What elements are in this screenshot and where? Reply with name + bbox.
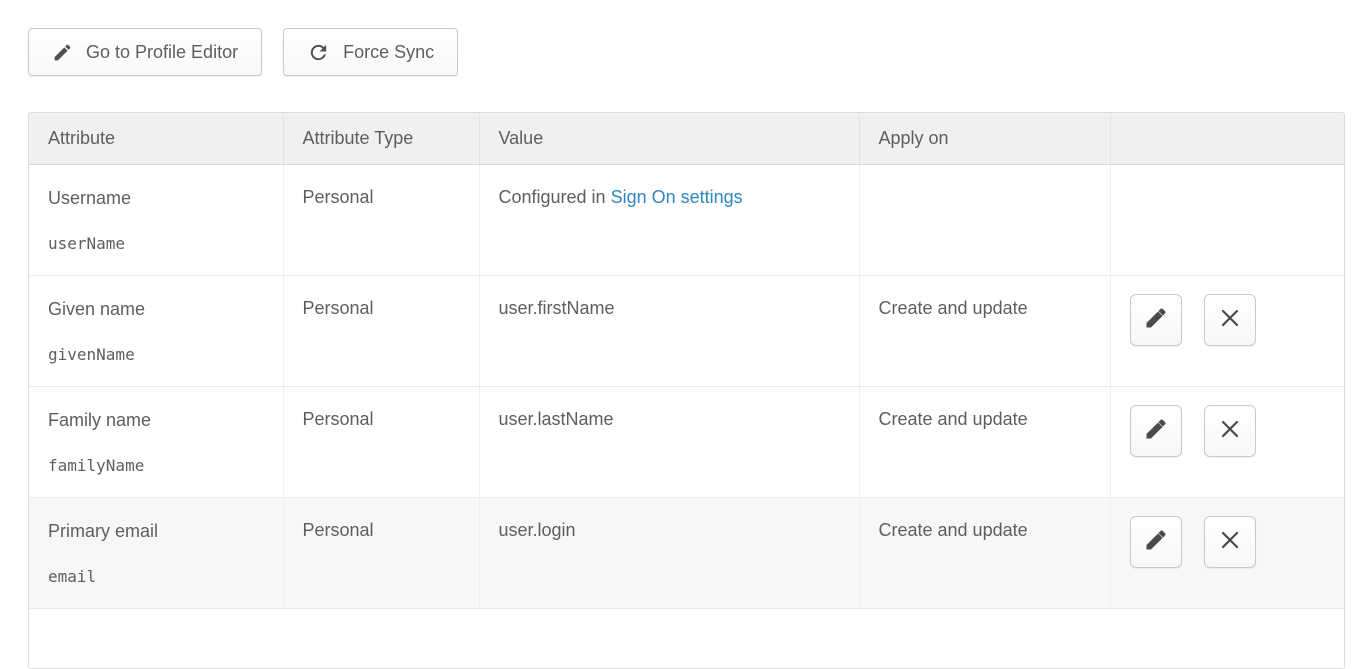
value-text: Configured in — [499, 187, 611, 207]
actions-cell — [1110, 164, 1345, 275]
value-cell: user.login — [479, 497, 859, 608]
apply-on-cell: Create and update — [859, 275, 1110, 386]
column-header-attribute-type: Attribute Type — [283, 113, 479, 164]
attribute-label: Family name — [48, 409, 264, 431]
apply-on-cell: Create and update — [859, 497, 1110, 608]
pencil-icon — [1144, 306, 1168, 333]
value-text: user.firstName — [499, 298, 615, 318]
actions-cell — [1110, 497, 1345, 608]
partial-table-row — [29, 608, 1345, 668]
go-to-profile-editor-button[interactable]: Go to Profile Editor — [28, 28, 262, 76]
force-sync-label: Force Sync — [343, 42, 434, 63]
table-header-row: Attribute Attribute Type Value Apply on — [29, 113, 1345, 164]
remove-attribute-button[interactable] — [1204, 516, 1256, 568]
column-header-actions — [1110, 113, 1345, 164]
table-row: Primary email email Personal user.login … — [29, 497, 1345, 608]
attribute-mappings-page: Go to Profile Editor Force Sync Attribut… — [0, 0, 1370, 669]
sync-icon — [307, 41, 330, 64]
column-header-value: Value — [479, 113, 859, 164]
attribute-cell: Primary email email — [29, 497, 283, 608]
attribute-cell: Family name familyName — [29, 386, 283, 497]
table-row: Given name givenName Personal user.first… — [29, 275, 1345, 386]
table-row: Username userName Personal Configured in… — [29, 164, 1345, 275]
attribute-cell: Given name givenName — [29, 275, 283, 386]
remove-attribute-button[interactable] — [1204, 405, 1256, 457]
attribute-label: Primary email — [48, 520, 264, 542]
attribute-type-cell: Personal — [283, 497, 479, 608]
toolbar: Go to Profile Editor Force Sync — [28, 28, 1370, 76]
table-row: Family name familyName Personal user.las… — [29, 386, 1345, 497]
apply-on-cell — [859, 164, 1110, 275]
attribute-type-cell: Personal — [283, 386, 479, 497]
edit-attribute-button[interactable] — [1130, 405, 1182, 457]
attribute-type-cell: Personal — [283, 164, 479, 275]
attribute-code: userName — [48, 234, 264, 254]
attribute-code: email — [48, 567, 264, 587]
column-header-attribute: Attribute — [29, 113, 283, 164]
attribute-code: givenName — [48, 345, 264, 365]
edit-attribute-button[interactable] — [1130, 516, 1182, 568]
attribute-code: familyName — [48, 456, 264, 476]
value-cell: user.firstName — [479, 275, 859, 386]
remove-attribute-button[interactable] — [1204, 294, 1256, 346]
value-cell: user.lastName — [479, 386, 859, 497]
value-cell: Configured in Sign On settings — [479, 164, 859, 275]
pencil-icon — [1144, 417, 1168, 444]
close-icon — [1218, 306, 1242, 333]
sign-on-settings-link[interactable]: Sign On settings — [611, 187, 743, 207]
close-icon — [1218, 528, 1242, 555]
value-text: user.lastName — [499, 409, 614, 429]
edit-attribute-button[interactable] — [1130, 294, 1182, 346]
close-icon — [1218, 417, 1242, 444]
go-to-profile-editor-label: Go to Profile Editor — [86, 42, 238, 63]
attribute-label: Given name — [48, 298, 264, 320]
attribute-type-cell: Personal — [283, 275, 479, 386]
pencil-icon — [1144, 528, 1168, 555]
column-header-apply-on: Apply on — [859, 113, 1110, 164]
force-sync-button[interactable]: Force Sync — [283, 28, 458, 76]
apply-on-cell: Create and update — [859, 386, 1110, 497]
pencil-icon — [52, 42, 73, 63]
attribute-cell: Username userName — [29, 164, 283, 275]
attribute-mappings-table: Attribute Attribute Type Value Apply on … — [28, 112, 1345, 669]
value-text: user.login — [499, 520, 576, 540]
attribute-label: Username — [48, 187, 264, 209]
actions-cell — [1110, 386, 1345, 497]
actions-cell — [1110, 275, 1345, 386]
